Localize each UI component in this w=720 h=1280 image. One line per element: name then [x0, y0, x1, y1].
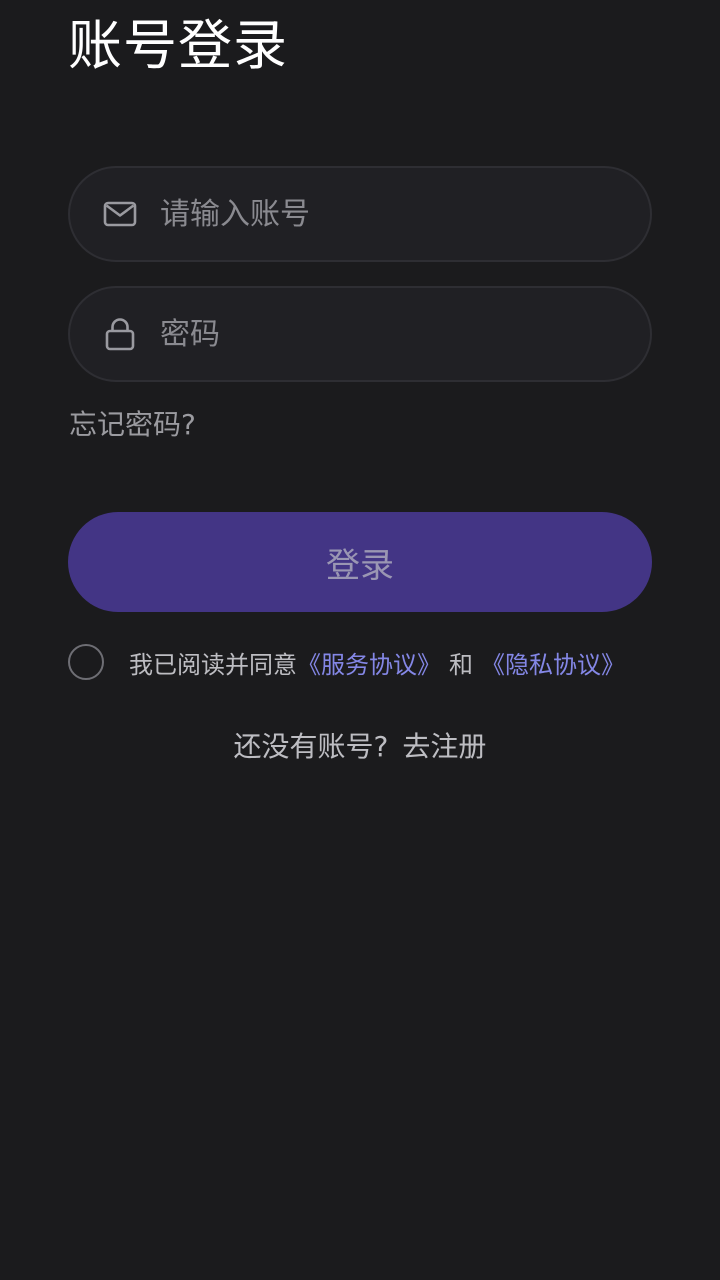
- password-field[interactable]: [68, 286, 652, 382]
- password-input[interactable]: [160, 304, 650, 364]
- login-page: 账号登录 忘记密码? 登录 我已阅读并同意 《服务协议》 和 《隐私协议》: [0, 0, 720, 1280]
- service-agreement-link[interactable]: 《服务协议》: [297, 645, 441, 680]
- register-link[interactable]: 去注册: [402, 730, 486, 763]
- lock-icon: [102, 316, 138, 352]
- mail-icon: [102, 196, 138, 232]
- agreement-row: 我已阅读并同意 《服务协议》 和 《隐私协议》: [68, 643, 668, 681]
- login-button[interactable]: 登录: [68, 512, 652, 612]
- register-row: 还没有账号? 去注册: [0, 726, 720, 768]
- agreement-checkbox[interactable]: [68, 644, 104, 680]
- account-input[interactable]: [160, 184, 650, 244]
- page-title: 账号登录: [68, 14, 288, 77]
- forgot-password-link[interactable]: 忘记密码?: [69, 404, 196, 446]
- agreement-and: 和: [449, 650, 473, 679]
- account-field[interactable]: [68, 166, 652, 262]
- agreement-text: 我已阅读并同意 《服务协议》 和 《隐私协议》: [129, 645, 625, 680]
- privacy-agreement-link[interactable]: 《隐私协议》: [481, 645, 625, 680]
- register-prompt: 还没有账号?: [233, 730, 389, 763]
- agreement-prefix: 我已阅读并同意: [129, 650, 297, 679]
